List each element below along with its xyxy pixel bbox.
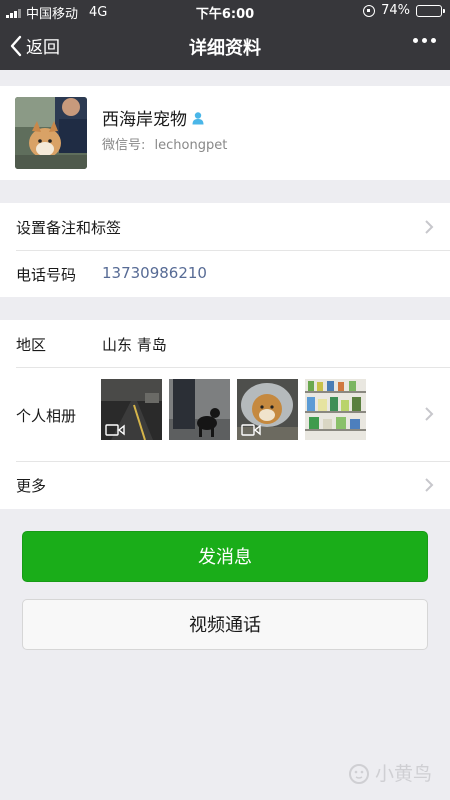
video-camera-icon (105, 424, 125, 436)
album-row[interactable]: 个人相册 (0, 367, 450, 461)
bird-logo-icon (348, 763, 369, 784)
video-camera-icon (241, 424, 261, 436)
profile-name: 西海岸宠物 (102, 110, 187, 130)
avatar[interactable] (15, 97, 87, 169)
album-photo-3 (237, 379, 298, 440)
region-label: 地区 (16, 336, 47, 354)
status-right: 74% (363, 3, 445, 18)
region-value: 山东 青岛 (102, 336, 167, 354)
wechat-id-value: lechongpet (154, 138, 228, 153)
page-title: 详细资料 (189, 38, 261, 59)
album-photo-2 (169, 379, 230, 440)
status-bar: 中国移动 4G 下午6:00 74% (0, 0, 450, 22)
more-row[interactable]: 更多 (0, 461, 450, 509)
nav-bar: 返回 详细资料 (0, 22, 450, 70)
more-dots-icon[interactable] (413, 38, 436, 43)
phone-row: 电话号码 13730986210 (0, 250, 450, 297)
battery-icon (416, 4, 445, 17)
album-label: 个人相册 (16, 407, 77, 425)
watermark: 小黄鸟 (347, 759, 432, 786)
region-row: 地区 山东 青岛 (0, 320, 450, 367)
remark-tags-row[interactable]: 设置备注和标签 (0, 203, 450, 250)
remark-tags-label: 设置备注和标签 (16, 219, 122, 237)
battery-percent: 74% (381, 3, 410, 18)
send-message-button[interactable]: 发消息 (22, 531, 428, 582)
chevron-right-icon (425, 220, 434, 234)
wechat-id-line: 微信号: lechongpet (102, 134, 227, 153)
detail-section: 地区 山东 青岛 个人相册 更多 (0, 320, 450, 509)
remark-phone-section: 设置备注和标签 电话号码 13730986210 (0, 203, 450, 297)
profile-name-line: 西海岸宠物 (102, 105, 205, 130)
wechat-id-label: 微信号: (102, 138, 146, 153)
more-label: 更多 (16, 477, 47, 495)
video-call-button[interactable]: 视频通话 (22, 599, 428, 650)
album-photo-1 (101, 379, 162, 440)
album-photo-4 (305, 379, 366, 440)
phone-label: 电话号码 (16, 266, 77, 284)
chevron-right-icon (425, 407, 434, 421)
rotation-lock-icon (363, 4, 376, 17)
male-user-icon (192, 111, 204, 124)
phone-number-link[interactable]: 13730986210 (102, 264, 207, 282)
profile-card: 西海岸宠物 微信号: lechongpet (0, 86, 450, 180)
watermark-text: 小黄鸟 (374, 763, 432, 785)
chevron-right-icon (425, 478, 434, 492)
